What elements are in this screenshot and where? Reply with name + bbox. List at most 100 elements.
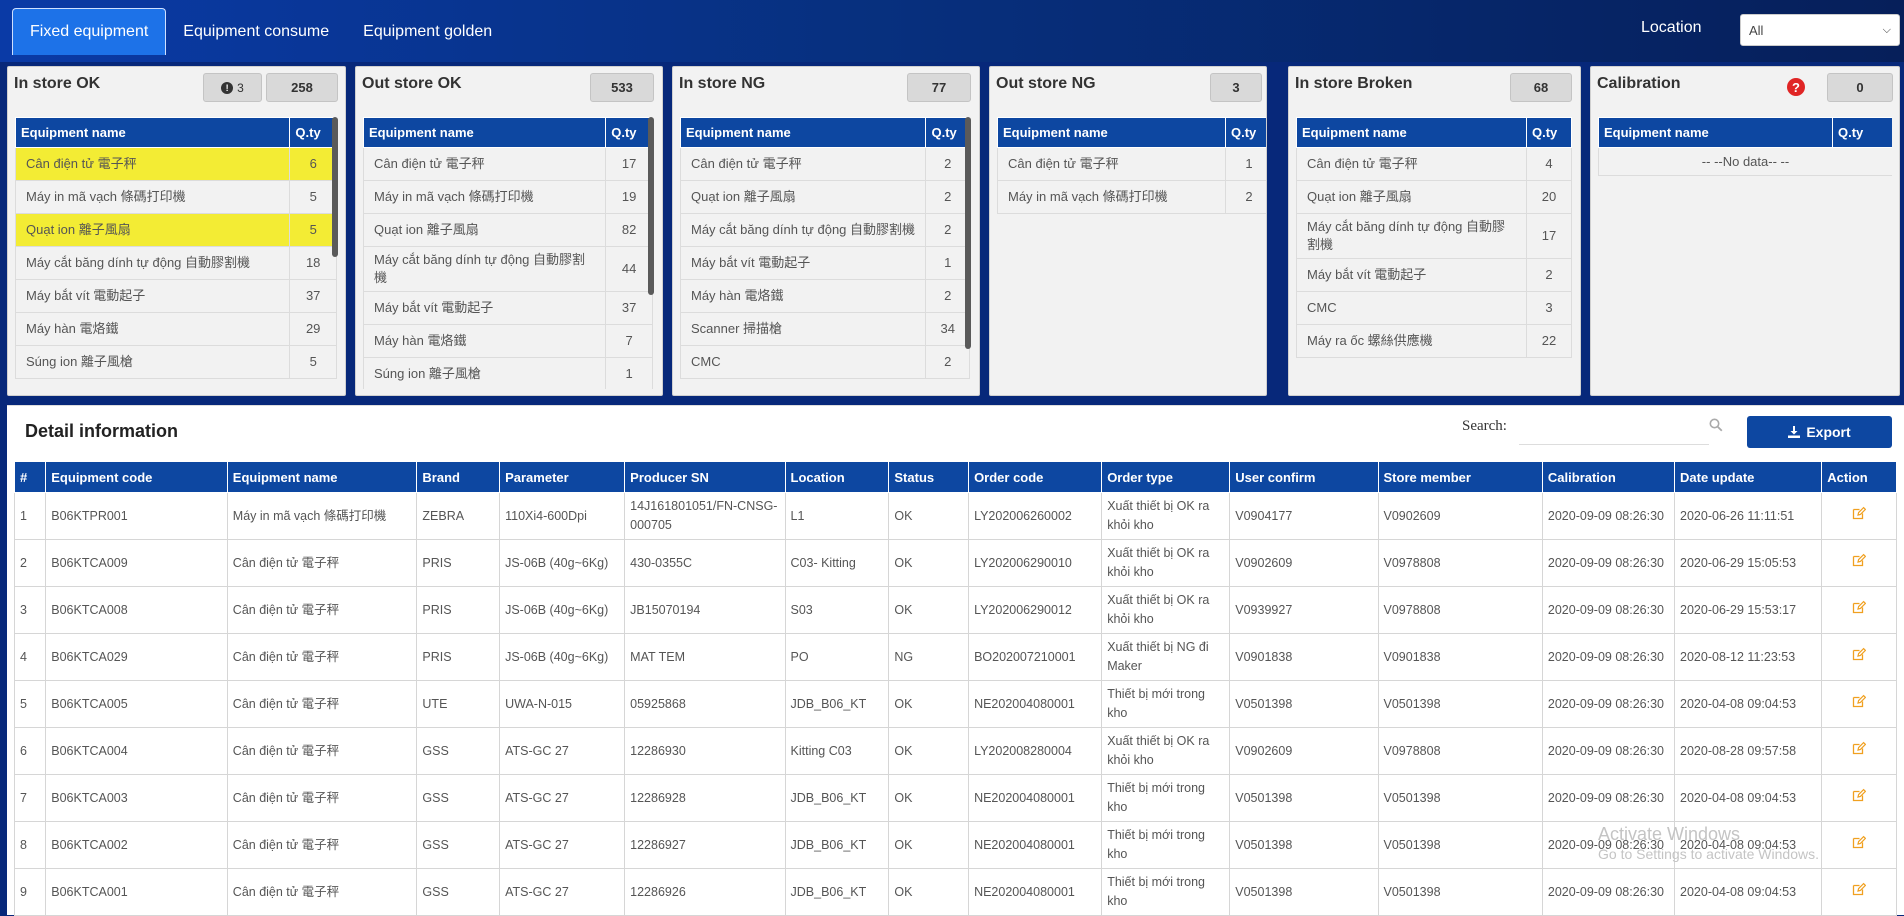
- col-user-confirm[interactable]: User confirm: [1229, 461, 1379, 493]
- table-row[interactable]: Quạt ion 離子風扇 5: [15, 213, 337, 247]
- table-row[interactable]: Máy cắt băng dính tự động 自動膠割機 2: [680, 213, 970, 247]
- col-equipment-name[interactable]: Equipment name: [15, 117, 291, 148]
- table-row[interactable]: Súng ion 離子風槍 5: [15, 345, 337, 379]
- table-row[interactable]: Máy in mã vạch 條碼打印機 5: [15, 180, 337, 214]
- col-producer-sn[interactable]: Producer SN: [624, 461, 786, 493]
- edit-icon[interactable]: [1852, 694, 1867, 708]
- table-row[interactable]: CMC 2: [680, 345, 970, 379]
- table-row[interactable]: 7 B06KTCA003 Cân điện tử 電子秤 GSS ATS-GC 27 12…: [13, 774, 1897, 822]
- panel-table-scroll[interactable]: Equipment name Q.ty Cân điện tử 電子秤 2 Quạ…: [680, 117, 970, 389]
- col-number[interactable]: #: [13, 461, 47, 493]
- col-order-code[interactable]: Order code: [968, 461, 1103, 493]
- scrollbar[interactable]: [648, 117, 654, 295]
- col-brand[interactable]: Brand: [416, 461, 501, 493]
- table-row[interactable]: Máy bắt vít 電動起子 37: [15, 279, 337, 313]
- table-row[interactable]: Máy cắt băng dính tự động 自動膠割機 44: [363, 246, 653, 292]
- location-select[interactable]: All ⌵: [1740, 14, 1900, 46]
- search-icon[interactable]: [1709, 418, 1723, 432]
- col-equipment-name[interactable]: Equipment name: [1296, 117, 1527, 148]
- col-status[interactable]: Status: [888, 461, 970, 493]
- col-qty[interactable]: Q.ty: [925, 117, 970, 148]
- panel-table-scroll[interactable]: Equipment name Q.ty Cân điện tử 電子秤 4 Quạ…: [1296, 117, 1572, 389]
- table-row[interactable]: 5 B06KTCA005 Cân điện tử 電子秤 UTE UWA-N-015 05…: [13, 680, 1897, 728]
- col-location[interactable]: Location: [784, 461, 890, 493]
- edit-icon[interactable]: [1852, 506, 1867, 520]
- table-row[interactable]: 9 B06KTCA001 Cân điện tử 電子秤 GSS ATS-GC 27 12…: [13, 868, 1897, 916]
- calibration-date: 2020-09-09 08:26:30: [1541, 727, 1676, 775]
- table-row[interactable]: Cân điện tử 電子秤 2: [680, 147, 970, 181]
- table-row[interactable]: Máy cắt băng dính tự động 自動膠割機 17: [1296, 213, 1572, 259]
- table-row[interactable]: Máy bắt vít 電動起子 1: [680, 246, 970, 280]
- table-row[interactable]: 6 B06KTCA004 Cân điện tử 電子秤 GSS ATS-GC 27 12…: [13, 727, 1897, 775]
- table-row[interactable]: Máy hàn 電烙鐵 2: [680, 279, 970, 313]
- tab-equipment-golden[interactable]: Equipment golden: [346, 8, 509, 55]
- table-row[interactable]: Scanner 掃描槍 34: [680, 312, 970, 346]
- table-row[interactable]: Máy bắt vít 電動起子 2: [1296, 258, 1572, 292]
- table-row[interactable]: 4 B06KTCA029 Cân điện tử 電子秤 PRIS JS-06B (40…: [13, 633, 1897, 681]
- table-row[interactable]: Máy hàn 電烙鐵 29: [15, 312, 337, 346]
- col-calibration[interactable]: Calibration: [1541, 461, 1676, 493]
- panel-table-scroll[interactable]: Equipment name Q.ty Cân điện tử 電子秤 17 Má…: [363, 117, 653, 389]
- tab-equipment-consume[interactable]: Equipment consume: [166, 8, 346, 55]
- location: JDB_B06_KT: [784, 821, 890, 869]
- col-equipment-code[interactable]: Equipment code: [45, 461, 228, 493]
- panel-table-scroll[interactable]: Equipment name Q.ty Cân điện tử 電子秤 6 Máy…: [15, 117, 337, 389]
- table-row[interactable]: Cân điện tử 電子秤 17: [363, 147, 653, 181]
- location: S03: [784, 586, 890, 634]
- table-row[interactable]: Máy bắt vít 電動起子 37: [363, 291, 653, 325]
- scrollbar[interactable]: [965, 117, 971, 349]
- col-store-member[interactable]: Store member: [1377, 461, 1543, 493]
- table-row[interactable]: Quạt ion 離子風扇 2: [680, 180, 970, 214]
- table-row[interactable]: Cân điện tử 電子秤 6: [15, 147, 337, 181]
- col-equipment-name[interactable]: Equipment name: [997, 117, 1226, 148]
- table-row[interactable]: Cân điện tử 電子秤 4: [1296, 147, 1572, 181]
- export-button[interactable]: Export: [1747, 416, 1892, 448]
- edit-icon[interactable]: [1852, 788, 1867, 802]
- action-cell: [1821, 633, 1897, 681]
- scrollbar[interactable]: [332, 117, 338, 257]
- table-row[interactable]: 2 B06KTCA009 Cân điện tử 電子秤 PRIS JS-06B (40…: [13, 539, 1897, 587]
- col-date-update[interactable]: Date update: [1674, 461, 1823, 493]
- table-row[interactable]: Máy hàn 電烙鐵 7: [363, 324, 653, 358]
- question-alert-icon[interactable]: ?: [1787, 78, 1805, 96]
- col-equipment-name[interactable]: Equipment name: [680, 117, 927, 148]
- table-row[interactable]: Quạt ion 離子風扇 20: [1296, 180, 1572, 214]
- col-parameter[interactable]: Parameter: [499, 461, 626, 493]
- store-member: V0978808: [1377, 539, 1543, 587]
- table-row[interactable]: Máy in mã vạch 條碼打印機 2: [997, 180, 1266, 214]
- table-row[interactable]: Máy in mã vạch 條碼打印機 19: [363, 180, 653, 214]
- watermark-title: Activate Windows: [1598, 824, 1741, 844]
- table-row[interactable]: Súng ion 離子風槍 1: [363, 357, 653, 389]
- edit-icon[interactable]: [1852, 647, 1867, 661]
- table-row[interactable]: Máy ra ốc 螺絲供應機 22: [1296, 324, 1572, 358]
- col-equipment-name[interactable]: Equipment name: [363, 117, 607, 148]
- col-qty[interactable]: Q.ty: [605, 117, 653, 148]
- edit-icon[interactable]: [1852, 741, 1867, 755]
- col-equipment-name[interactable]: Equipment name: [226, 461, 418, 493]
- edit-icon[interactable]: [1852, 835, 1867, 849]
- table-row[interactable]: 3 B06KTCA008 Cân điện tử 電子秤 PRIS JS-06B (40…: [13, 586, 1897, 634]
- panel-title: In store NG: [679, 75, 766, 92]
- col-equipment-name[interactable]: Equipment name: [1598, 117, 1833, 148]
- col-qty[interactable]: Q.ty: [289, 117, 337, 148]
- calibration-date: 2020-09-09 08:26:30: [1541, 586, 1676, 634]
- col-order-type[interactable]: Order type: [1101, 461, 1231, 493]
- user-confirm: V0501398: [1229, 774, 1379, 822]
- qty: 17: [1526, 213, 1572, 259]
- panel-table-scroll[interactable]: Equipment name Q.ty Cân điện tử 電子秤 1 Máy…: [997, 117, 1266, 389]
- edit-icon[interactable]: [1852, 553, 1867, 567]
- panel-table-scroll[interactable]: Equipment name Q.ty -- --No data-- --: [1598, 117, 1892, 389]
- edit-icon[interactable]: [1852, 882, 1867, 896]
- table-row[interactable]: Máy cắt băng dính tự động 自動膠割機 18: [15, 246, 337, 280]
- table-row[interactable]: Quạt ion 離子風扇 82: [363, 213, 653, 247]
- table-row[interactable]: CMC 3: [1296, 291, 1572, 325]
- table-row[interactable]: Cân điện tử 電子秤 1: [997, 147, 1266, 181]
- col-qty[interactable]: Q.ty: [1526, 117, 1572, 148]
- edit-icon[interactable]: [1852, 600, 1867, 614]
- col-qty[interactable]: Q.ty: [1832, 117, 1892, 148]
- tab-fixed-equipment[interactable]: Fixed equipment: [12, 8, 167, 55]
- col-qty[interactable]: Q.ty: [1225, 117, 1266, 148]
- table-row[interactable]: 1 B06KTPR001 Máy in mã vạch 條碼打印機 ZEBRA 110X…: [13, 492, 1897, 540]
- warning-count-badge[interactable]: ! 3: [203, 73, 262, 102]
- search-input[interactable]: [1519, 415, 1709, 445]
